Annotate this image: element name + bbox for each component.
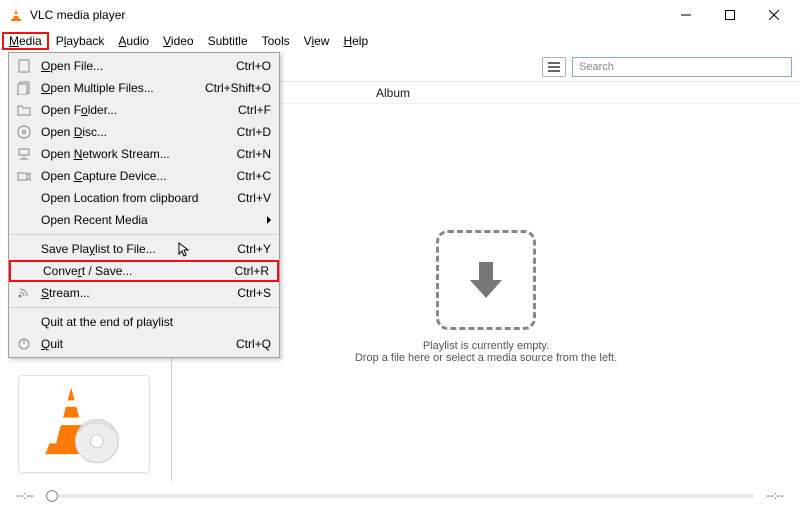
- empty-text-line2: Drop a file here or select a media sourc…: [355, 352, 617, 364]
- separator: [10, 234, 278, 235]
- menu-open-capture[interactable]: Open Capture Device... Ctrl+C: [9, 165, 279, 187]
- time-elapsed: --:--: [16, 490, 34, 502]
- menu-save-playlist[interactable]: Save Playlist to File... Ctrl+Y: [9, 238, 279, 260]
- menu-view[interactable]: View: [297, 32, 337, 50]
- seek-slider[interactable]: [46, 494, 755, 498]
- menu-convert-save[interactable]: Convert / Save... Ctrl+R: [11, 262, 277, 280]
- network-icon: [15, 146, 33, 162]
- menu-media[interactable]: Media: [2, 32, 49, 50]
- menu-subtitle[interactable]: Subtitle: [201, 32, 255, 50]
- menu-tools[interactable]: Tools: [255, 32, 297, 50]
- vlc-cone-icon: [29, 381, 139, 467]
- stream-icon: [15, 285, 33, 301]
- empty-text-line1: Playlist is currently empty.: [423, 340, 549, 352]
- view-mode-button[interactable]: [542, 57, 566, 77]
- separator: [10, 307, 278, 308]
- menu-open-disc[interactable]: Open Disc... Ctrl+D: [9, 121, 279, 143]
- album-art-thumbnail: [18, 375, 150, 473]
- folder-icon: [15, 102, 33, 118]
- maximize-button[interactable]: [708, 0, 752, 30]
- menu-open-recent[interactable]: Open Recent Media: [9, 209, 279, 231]
- menu-open-network[interactable]: Open Network Stream... Ctrl+N: [9, 143, 279, 165]
- media-menu-dropdown: Open File... Ctrl+O Open Multiple Files.…: [8, 52, 280, 358]
- download-arrow-icon: [462, 256, 510, 304]
- menu-audio[interactable]: Audio: [111, 32, 156, 50]
- menu-quit-end[interactable]: Quit at the end of playlist: [9, 311, 279, 333]
- minimize-button[interactable]: [664, 0, 708, 30]
- column-album[interactable]: Album: [366, 86, 420, 100]
- menu-open-multiple[interactable]: Open Multiple Files... Ctrl+Shift+O: [9, 77, 279, 99]
- menu-quit[interactable]: Quit Ctrl+Q: [9, 333, 279, 355]
- files-icon: [15, 80, 33, 96]
- statusbar: --:-- --:--: [0, 481, 800, 511]
- menu-help[interactable]: Help: [336, 32, 375, 50]
- close-button[interactable]: [752, 0, 796, 30]
- menu-stream[interactable]: Stream... Ctrl+S: [9, 282, 279, 304]
- menu-video[interactable]: Video: [156, 32, 200, 50]
- dropzone[interactable]: [436, 230, 536, 330]
- menu-open-file[interactable]: Open File... Ctrl+O: [9, 55, 279, 77]
- list-icon: [548, 61, 560, 73]
- mouse-cursor-icon: [178, 242, 194, 258]
- menu-open-folder[interactable]: Open Folder... Ctrl+F: [9, 99, 279, 121]
- capture-icon: [15, 168, 33, 184]
- titlebar: VLC media player: [0, 0, 800, 30]
- seek-knob[interactable]: [46, 490, 58, 502]
- time-total: --:--: [766, 490, 784, 502]
- file-icon: [15, 58, 33, 74]
- quit-icon: [15, 336, 33, 352]
- vlc-logo-icon: [8, 7, 24, 23]
- menu-open-clipboard[interactable]: Open Location from clipboard Ctrl+V: [9, 187, 279, 209]
- submenu-arrow-icon: [267, 216, 271, 224]
- menu-playback[interactable]: Playback: [49, 32, 112, 50]
- search-input[interactable]: Search: [572, 57, 792, 77]
- menubar: Media Playback Audio Video Subtitle Tool…: [0, 30, 800, 52]
- disc-icon: [15, 124, 33, 140]
- window-title: VLC media player: [30, 8, 125, 22]
